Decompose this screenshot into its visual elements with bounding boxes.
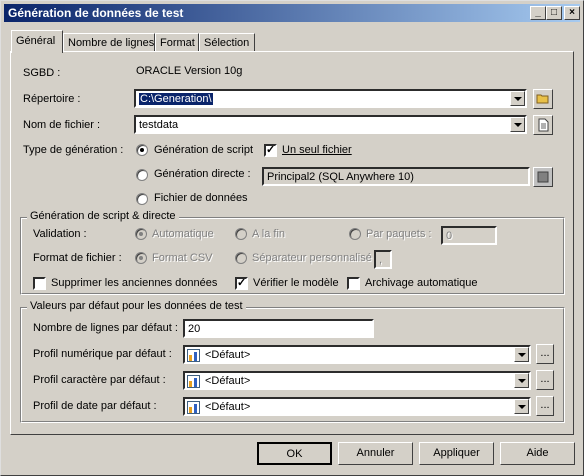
auto-archive-checkbox[interactable] [347,277,360,290]
cancel-button[interactable]: Annuler [338,442,413,465]
validation-end-radio[interactable] [235,228,247,240]
numeric-browse-button[interactable]: ... [536,344,554,364]
chevron-down-icon[interactable] [510,117,525,132]
filename-label: Nom de fichier : [23,119,101,131]
validation-auto-radio[interactable] [135,228,147,240]
check-model-checkbox[interactable]: ✓ [235,277,248,290]
title-bar[interactable]: Génération de données de test _ □ × [4,4,580,22]
directory-combo[interactable]: C:\Generation\ [134,89,527,108]
char-browse-button[interactable]: ... [536,370,554,390]
database-icon [537,171,549,183]
gen-script-label: Génération de script [154,144,254,156]
custom-separator-label: Séparateur personnalisé : [252,252,378,264]
default-rows-field[interactable]: 20 [183,319,374,338]
chevron-down-icon[interactable] [514,347,529,362]
date-profile-combo[interactable]: <Défaut> [183,397,531,416]
profile-icon [187,401,200,414]
validation-auto-label: Automatique [152,228,214,240]
gen-datafile-label: Fichier de données [154,192,248,204]
default-rows-value: 20 [188,323,201,335]
filename-combo[interactable]: testdata [134,115,527,134]
tab-general[interactable]: Général [11,30,63,53]
batch-size-value: 0 [446,230,453,242]
default-rows-label: Nombre de lignes par défaut : [33,322,178,334]
directory-label: Répertoire : [23,93,81,105]
select-source-button[interactable] [533,167,553,187]
date-browse-button[interactable]: ... [536,396,554,416]
help-button[interactable]: Aide [500,442,575,465]
char-profile-label: Profil caractère par défaut : [33,374,166,386]
file-format-label: Format de fichier : [33,252,122,264]
delete-old-label: Supprimer les anciennes données [51,277,218,289]
format-csv-label: Format CSV [152,252,213,264]
gen-script-radio[interactable] [136,144,148,156]
numeric-profile-value: <Défaut> [205,349,251,361]
batch-size-field: 0 [441,226,497,245]
chevron-down-icon[interactable] [514,399,529,414]
validation-label: Validation : [33,228,87,240]
directory-value: C:\Generation\ [139,93,213,105]
single-file-checkbox[interactable]: ✓ [264,144,277,157]
window-title: Génération de données de test [8,6,184,20]
chevron-down-icon[interactable] [510,91,525,106]
validation-end-label: A la fin [252,228,286,240]
gen-datafile-radio[interactable] [136,193,148,205]
single-file-label: Un seul fichier [282,144,352,156]
gen-direct-radio[interactable] [136,169,148,181]
defaults-group: Valeurs par défaut pour les données de t… [20,300,565,423]
sgbd-value: ORACLE Version 10g [136,65,243,77]
separator-value: , [379,254,383,266]
ok-button[interactable]: OK [257,442,332,465]
numeric-profile-combo[interactable]: <Défaut> [183,345,531,364]
profile-icon [187,349,200,362]
format-csv-radio[interactable] [135,252,147,264]
filename-value: testdata [139,119,179,131]
delete-old-checkbox[interactable] [33,277,46,290]
script-group-title: Génération de script & directe [27,210,179,222]
minimize-button[interactable]: _ [530,6,546,20]
folder-icon [536,94,549,104]
sgbd-label: SGBD : [23,67,61,79]
check-model-label: Vérifier le modèle [253,277,339,289]
apply-button[interactable]: Appliquer [419,442,494,465]
char-profile-value: <Défaut> [205,375,251,387]
tab-selection[interactable]: Sélection [199,33,255,52]
direct-source-field: Principal2 (SQL Anywhere 10) [262,167,530,186]
tab-row-count[interactable]: Nombre de lignes [63,33,155,52]
direct-source-value: Principal2 (SQL Anywhere 10) [267,171,414,183]
validation-batch-label: Par paquets : [366,228,432,240]
open-file-button[interactable] [533,115,553,135]
close-button[interactable]: × [564,6,580,20]
browse-folder-button[interactable] [533,89,553,109]
chevron-down-icon[interactable] [514,373,529,388]
tab-panel: SGBD : ORACLE Version 10g Répertoire : C… [10,51,574,435]
date-profile-value: <Défaut> [205,401,251,413]
custom-separator-radio[interactable] [235,252,247,264]
tab-format[interactable]: Format [155,33,199,52]
numeric-profile-label: Profil numérique par défaut : [33,348,172,360]
profile-icon [187,375,200,388]
document-icon [538,118,549,132]
date-profile-label: Profil de date par défaut : [33,400,157,412]
separator-field: , [374,250,392,269]
gen-direct-label: Génération directe : [154,168,251,180]
gen-type-label: Type de génération : [23,144,124,156]
validation-batch-radio[interactable] [349,228,361,240]
dialog-window: Génération de données de test _ □ × Géné… [0,0,584,476]
auto-archive-label: Archivage automatique [365,277,478,289]
script-direct-group: Génération de script & directe Validatio… [20,210,565,295]
char-profile-combo[interactable]: <Défaut> [183,371,531,390]
maximize-button[interactable]: □ [546,6,562,20]
defaults-group-title: Valeurs par défaut pour les données de t… [27,300,246,312]
